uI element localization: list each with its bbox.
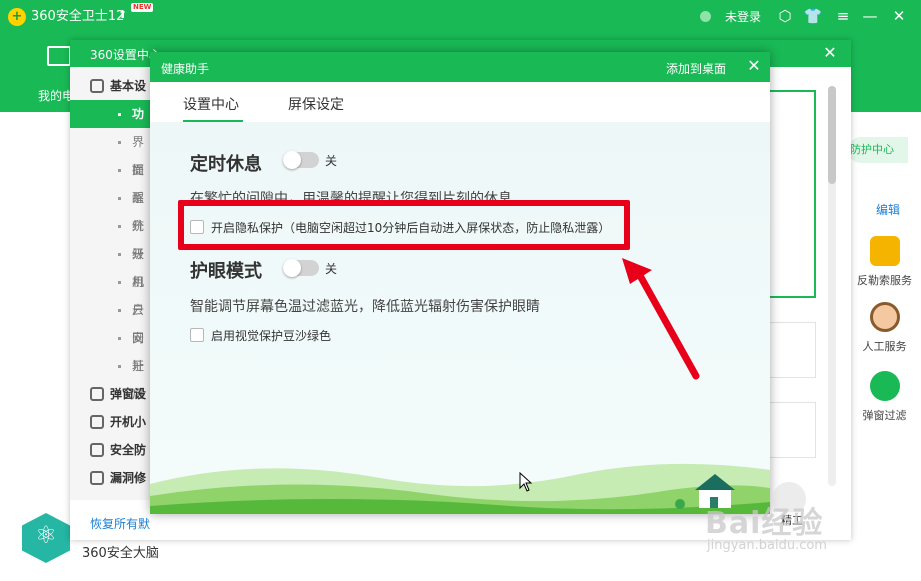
restore-defaults-link[interactable]: 恢复所有默 <box>90 515 150 532</box>
avatar-icon <box>869 302 900 332</box>
nav-item-cloud[interactable]: 云安 <box>70 296 150 345</box>
settings-panel-frame <box>770 90 816 298</box>
close-icon[interactable]: ✕ <box>820 43 840 62</box>
close-icon[interactable]: ✕ <box>744 56 764 75</box>
nav-category-basic[interactable]: 基本设 <box>70 72 150 100</box>
eye-toggle-label: 关 <box>325 262 338 276</box>
tab-screensaver[interactable]: 屏保设定 <box>288 94 344 114</box>
health-assistant-dialog: 健康助手 添加到桌面 ✕ 设置中心 屏保设定 定时休息 关 在繁忙的间隙中，用温… <box>150 52 770 514</box>
security-brain-label[interactable]: 360安全大脑 <box>82 542 159 561</box>
popup-icon <box>90 387 104 401</box>
mouse-cursor-icon <box>519 472 533 492</box>
eye-toggle[interactable] <box>283 259 319 277</box>
rest-toggle[interactable] <box>283 151 319 169</box>
nav-category-vulnerability[interactable]: 漏洞修 <box>70 464 150 492</box>
landscape-illustration <box>150 463 770 514</box>
shirt-icon[interactable]: 👕 <box>803 6 823 26</box>
nav-item-function[interactable]: 功能 <box>70 100 150 149</box>
popup-filter-icon <box>869 371 900 401</box>
popup-filter-service[interactable]: 弹窗过滤 <box>848 371 921 423</box>
computer-icon[interactable] <box>47 46 71 66</box>
tab-settings-center[interactable]: 设置中心 <box>183 94 243 122</box>
protect-center-button[interactable]: 防护中心 <box>848 137 908 163</box>
scrollbar-thumb[interactable] <box>828 86 836 184</box>
login-link[interactable]: 未登录 <box>725 8 761 26</box>
nav-item-reminder[interactable]: 提醒 <box>70 156 150 205</box>
settings-section-box <box>770 322 816 378</box>
nav-category-popup[interactable]: 弹窗设 <box>70 380 150 408</box>
eye-description: 智能调节屏幕色温过滤蓝光，降低蓝光辐射伤害保护眼睛 <box>190 299 540 315</box>
shield-icon <box>90 443 104 457</box>
nav-item-url[interactable]: 网址 <box>70 324 150 373</box>
status-dot <box>700 11 711 22</box>
close-icon[interactable]: ✕ <box>889 6 909 26</box>
timer-icon <box>90 415 104 429</box>
nav-item-startup[interactable]: 开机 <box>70 240 150 289</box>
security-brain-icon[interactable] <box>22 513 70 563</box>
new-badge: NEW <box>131 3 154 12</box>
rest-toggle-label: 关 <box>325 154 338 168</box>
bean-green-option-label[interactable]: 启用视觉保护豆沙绿色 <box>211 327 331 344</box>
edit-link[interactable]: 编辑 <box>876 201 900 218</box>
app-title: 360安全卫士12 <box>31 9 125 24</box>
manual-service[interactable]: 人工服务 <box>848 302 921 354</box>
watermark: Bai经验 jingyan.baidu.com <box>705 490 875 560</box>
annotation-highlight-box <box>178 200 630 250</box>
bean-green-checkbox[interactable] <box>190 328 204 342</box>
nav-item-interface[interactable]: 界面 <box>70 128 150 177</box>
nav-category-boot[interactable]: 开机小 <box>70 408 150 436</box>
anti-ransom-service[interactable]: 反勒索服务 <box>848 236 921 288</box>
eye-title: 护眼模式 <box>190 261 262 282</box>
tab-bar: 设置中心 屏保设定 <box>150 82 770 122</box>
folder-lock-icon <box>869 236 900 266</box>
nav-item-upgrade[interactable]: 升级 <box>70 212 150 261</box>
nav-item-user[interactable]: 用户 <box>70 268 150 317</box>
settings-section-box <box>770 402 816 458</box>
skin-icon[interactable]: ⬡ <box>775 6 795 26</box>
minimize-icon[interactable]: — <box>860 6 880 26</box>
my-pc-label[interactable]: 我的电 <box>38 87 74 104</box>
app-logo-icon: + <box>8 8 26 26</box>
health-title-bar: 健康助手 添加到桌面 ✕ <box>150 52 770 82</box>
add-to-desktop-link[interactable]: 添加到桌面 <box>666 60 726 77</box>
watermark-brand: Bai经验 <box>705 506 824 541</box>
gear-icon <box>90 79 104 93</box>
patch-icon <box>90 471 104 485</box>
upgrade-arrow-icon[interactable]: ⬆ <box>118 8 127 21</box>
nav-item-system[interactable]: 系统 <box>70 184 150 233</box>
nav-category-protection[interactable]: 安全防 <box>70 436 150 464</box>
health-title: 健康助手 <box>161 62 210 76</box>
watermark-url: jingyan.baidu.com <box>707 538 827 553</box>
nav-item-enable[interactable]: 开启 <box>70 352 150 401</box>
menu-icon[interactable]: ≡ <box>833 6 853 26</box>
rest-title: 定时休息 <box>190 154 262 175</box>
settings-nav: 基本设 功能 界面 提醒 系统 升级 开机 用户 云安 网址 开启 弹窗设 开机… <box>70 67 150 500</box>
